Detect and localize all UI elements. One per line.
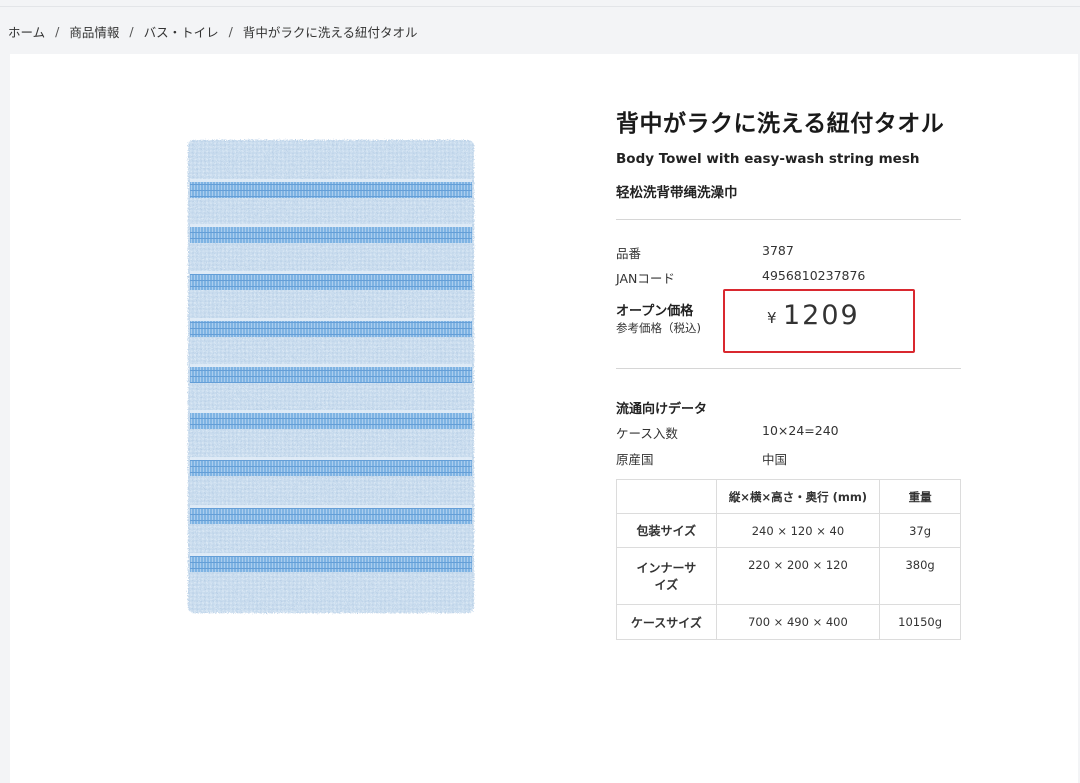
towel-stripe bbox=[190, 227, 472, 243]
towel-stripe bbox=[190, 556, 472, 572]
towel-stripe-edge bbox=[190, 505, 472, 508]
product-title-chinese: 轻松洗背带绳洗澡巾 bbox=[616, 185, 738, 201]
breadcrumb: ホーム / 商品情報 / バス・トイレ / 背中がラクに洗える紐付タオル bbox=[8, 22, 417, 40]
row-label: インナーサイズ bbox=[616, 547, 717, 605]
case-quantity-label: ケース入数 bbox=[616, 426, 678, 441]
divider bbox=[616, 219, 961, 220]
price-label: オープン価格 bbox=[616, 304, 694, 319]
row-dimensions: 240 × 120 × 40 bbox=[715, 513, 881, 548]
towel-stripe-edge bbox=[190, 553, 472, 556]
breadcrumb-products[interactable]: 商品情報 bbox=[69, 22, 119, 41]
row-dimensions: 700 × 490 × 400 bbox=[715, 604, 881, 640]
row-label: ケースサイズ bbox=[616, 604, 717, 640]
breadcrumb-current: 背中がラクに洗える紐付タオル bbox=[242, 24, 418, 40]
spec-label-jan: JANコード bbox=[616, 271, 675, 286]
towel-stripe-edge bbox=[190, 410, 472, 413]
table-header-dimensions: 縦×横×高さ・奥行 (mm) bbox=[715, 479, 881, 514]
towel-stripe-edge bbox=[190, 364, 472, 367]
table-row: ケースサイズ 700 × 490 × 400 10150g bbox=[616, 604, 961, 640]
towel-stripe-edge bbox=[190, 179, 472, 182]
price-sub-label: 参考価格（税込) bbox=[616, 321, 701, 335]
table-header-row: 縦×横×高さ・奥行 (mm) 重量 bbox=[616, 479, 961, 514]
origin-country-label: 原産国 bbox=[616, 452, 654, 467]
product-title: 背中がラクに洗える紐付タオル bbox=[616, 111, 945, 137]
row-dimensions: 220 × 200 × 120 bbox=[715, 547, 881, 605]
towel-stripe bbox=[190, 274, 472, 290]
table-row: 包装サイズ 240 × 120 × 40 37g bbox=[616, 513, 961, 548]
towel-stripe bbox=[190, 508, 472, 524]
size-table: 縦×横×高さ・奥行 (mm) 重量 包装サイズ 240 × 120 × 40 3… bbox=[616, 479, 961, 640]
product-title-english: Body Towel with easy-wash string mesh bbox=[616, 151, 920, 167]
towel-image bbox=[188, 140, 474, 613]
towel-stripe bbox=[190, 460, 472, 476]
row-weight: 37g bbox=[879, 513, 961, 548]
case-quantity-value: 10×24=240 bbox=[762, 423, 839, 438]
towel-stripe-edge bbox=[190, 457, 472, 460]
towel-stripe-edge bbox=[190, 318, 472, 321]
breadcrumb-separator: / bbox=[55, 23, 60, 39]
row-weight: 10150g bbox=[879, 604, 961, 640]
spec-label-item-number: 品番 bbox=[616, 246, 642, 261]
towel-stripe bbox=[190, 367, 472, 383]
price-amount: 1209 bbox=[783, 300, 860, 331]
towel-stripe-edge bbox=[190, 271, 472, 274]
currency-symbol: ¥ bbox=[767, 309, 777, 327]
breadcrumb-home[interactable]: ホーム bbox=[8, 22, 45, 41]
table-header-weight: 重量 bbox=[879, 479, 961, 514]
price-highlight-box: ¥ 1209 bbox=[723, 289, 915, 353]
towel-stripe bbox=[190, 182, 472, 198]
towel-stripe bbox=[190, 413, 472, 429]
distribution-heading: 流通向けデータ bbox=[616, 402, 708, 417]
spec-value-item-number: 3787 bbox=[762, 243, 794, 258]
towel-stripe bbox=[190, 321, 472, 337]
origin-country-value: 中国 bbox=[762, 452, 788, 467]
towel-stripe-edge bbox=[190, 224, 472, 227]
divider bbox=[616, 368, 961, 369]
breadcrumb-separator: / bbox=[228, 23, 233, 39]
table-row: インナーサイズ 220 × 200 × 120 380g bbox=[616, 547, 961, 605]
row-label: 包装サイズ bbox=[616, 513, 717, 548]
table-header-empty bbox=[616, 479, 717, 514]
breadcrumb-category[interactable]: バス・トイレ bbox=[144, 22, 219, 41]
product-panel: 背中がラクに洗える紐付タオル Body Towel with easy-wash… bbox=[10, 54, 1078, 783]
row-weight: 380g bbox=[879, 547, 961, 605]
spec-value-jan: 4956810237876 bbox=[762, 268, 866, 283]
breadcrumb-separator: / bbox=[129, 23, 134, 39]
top-divider bbox=[0, 6, 1080, 7]
